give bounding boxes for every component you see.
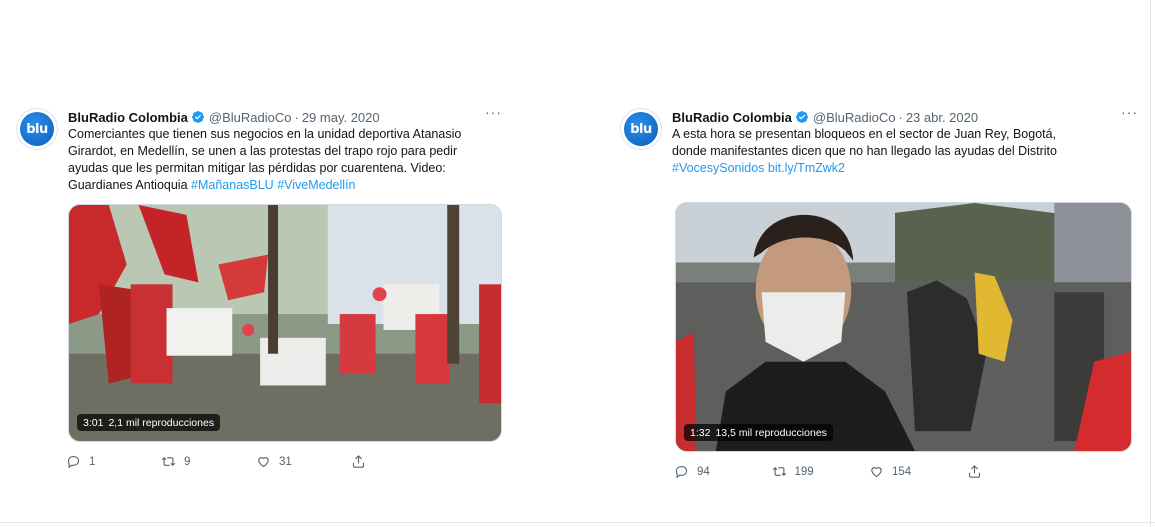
- blu-logo-icon: blu: [624, 112, 658, 146]
- tweet-text-line: #VocesySonidos bit.ly/TmZwk2: [672, 160, 1136, 177]
- more-options-icon[interactable]: ···: [485, 104, 502, 120]
- author-name[interactable]: BluRadio Colombia: [672, 110, 792, 125]
- tweet-text: A esta hora se presentan bloqueos en el …: [672, 126, 1136, 177]
- short-link[interactable]: bit.ly/TmZwk2: [768, 161, 845, 175]
- like-button[interactable]: 31: [256, 454, 351, 469]
- reply-icon: [67, 455, 80, 469]
- verified-badge-icon: [795, 111, 808, 123]
- retweet-button[interactable]: 199: [772, 464, 870, 479]
- video-player[interactable]: 3:01 2,1 mil reproducciones: [68, 204, 502, 442]
- video-thumbnail: [676, 203, 1131, 451]
- tweet-text-line: donde manifestantes dicen que no han lle…: [672, 144, 1057, 158]
- heart-icon: [871, 467, 882, 478]
- action-bar: 1 9 31: [66, 454, 446, 469]
- tweet-text-line: A esta hora se presentan bloqueos en el …: [672, 127, 1057, 141]
- verified-badge-icon: [191, 111, 204, 123]
- hashtag-link[interactable]: #VocesySonidos: [672, 161, 764, 175]
- author-handle[interactable]: @BluRadioCo: [813, 110, 896, 125]
- right-divider: [1150, 0, 1151, 527]
- video-stats-badge: 3:01 2,1 mil reproducciones: [77, 414, 221, 431]
- reply-icon: [675, 465, 688, 479]
- author-handle[interactable]: @BluRadioCo: [209, 110, 292, 125]
- reply-count: 94: [697, 465, 710, 478]
- tweet-card[interactable]: blu BluRadio Colombia @BluRadioCo · 29 m…: [6, 94, 514, 486]
- retweet-icon: [772, 466, 786, 477]
- share-button[interactable]: [351, 454, 446, 469]
- tweet-text-line: ayudas que les permitan mitigar las pérd…: [68, 161, 446, 175]
- avatar[interactable]: blu: [620, 108, 662, 150]
- like-count: 31: [279, 455, 292, 468]
- bottom-divider: [0, 522, 1155, 523]
- video-views: 2,1 mil reproducciones: [108, 416, 215, 429]
- tweet-date[interactable]: 29 may. 2020: [302, 110, 380, 125]
- heart-icon: [258, 457, 269, 468]
- tweet-text-fragment: Guardianes Antioquia: [68, 178, 192, 192]
- tweet-card[interactable]: blu BluRadio Colombia @BluRadioCo · 23 a…: [610, 94, 1150, 496]
- video-views: 13,5 mil reproducciones: [715, 426, 827, 439]
- share-button[interactable]: [967, 464, 1065, 479]
- separator-dot: ·: [294, 109, 299, 125]
- reply-button[interactable]: 94: [674, 464, 772, 479]
- hashtag-link[interactable]: #ViveMedellín: [277, 178, 355, 192]
- share-icon: [968, 465, 980, 478]
- like-button[interactable]: 154: [869, 464, 967, 479]
- video-duration: 1:32: [690, 426, 711, 439]
- retweet-count: 9: [184, 455, 191, 468]
- like-count: 154: [892, 465, 912, 478]
- reply-button[interactable]: 1: [66, 454, 161, 469]
- retweet-button[interactable]: 9: [161, 454, 256, 469]
- tweet-text: Comerciantes que tienen sus negocios en …: [68, 126, 500, 194]
- tweet-header: BluRadio Colombia @BluRadioCo · 29 may. …: [68, 104, 504, 126]
- video-player[interactable]: 1:32 13,5 mil reproducciones: [675, 202, 1132, 452]
- more-options-icon[interactable]: ···: [1121, 104, 1138, 120]
- retweet-count: 199: [794, 465, 814, 478]
- avatar[interactable]: blu: [16, 108, 58, 150]
- tweet-header: BluRadio Colombia @BluRadioCo · 23 abr. …: [672, 104, 1140, 126]
- reply-count: 1: [89, 455, 96, 468]
- tweet-text-line: Comerciantes que tienen sus negocios en …: [68, 127, 462, 141]
- tweet-text-line: Guardianes Antioquia #MañanasBLU #ViveMe…: [68, 177, 500, 194]
- video-duration: 3:01: [83, 416, 104, 429]
- video-stats-badge: 1:32 13,5 mil reproducciones: [684, 424, 833, 441]
- author-name[interactable]: BluRadio Colombia: [68, 110, 188, 125]
- video-thumbnail: [69, 205, 501, 441]
- tweet-text-line: Girardot, en Medellín, se unen a las pro…: [68, 144, 458, 158]
- share-icon: [352, 455, 365, 468]
- blu-logo-icon: blu: [20, 112, 54, 146]
- hashtag-link[interactable]: #MañanasBLU: [191, 178, 274, 192]
- separator-dot: ·: [898, 109, 903, 125]
- tweet-date[interactable]: 23 abr. 2020: [906, 110, 978, 125]
- retweet-icon: [161, 456, 176, 467]
- action-bar: 94 199 154: [674, 464, 1064, 479]
